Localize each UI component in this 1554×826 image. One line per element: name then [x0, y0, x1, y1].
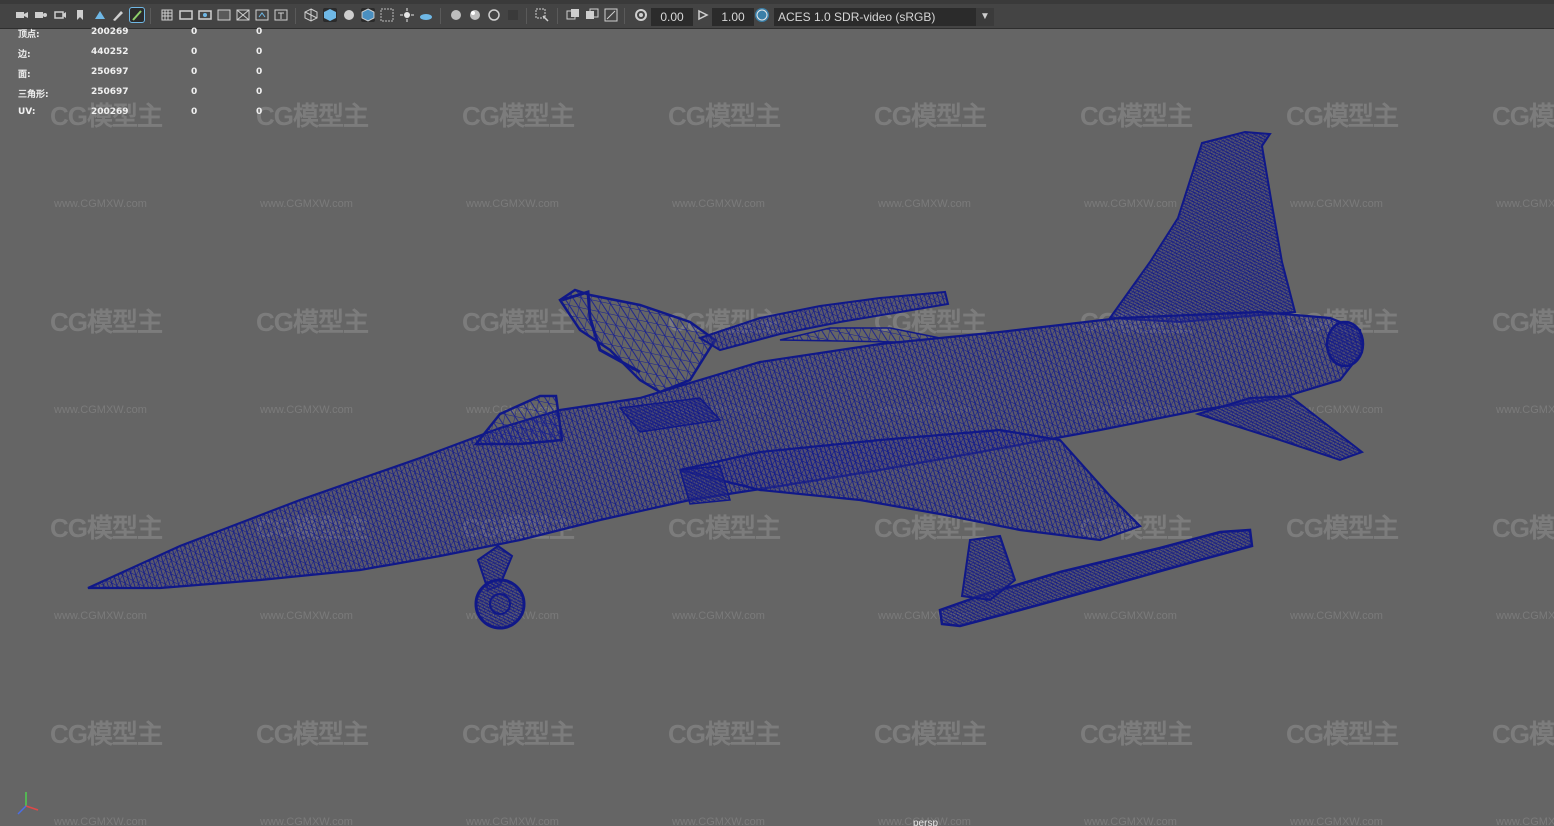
frame-icon[interactable]	[604, 8, 618, 22]
xray-joints-icon[interactable]	[585, 8, 599, 22]
horizontal-stabilizer	[1194, 394, 1365, 462]
exposure-icon[interactable]	[634, 8, 648, 22]
hud-selected: 0	[191, 47, 198, 57]
nose-gear-wheel	[474, 578, 526, 630]
bookmark-icon[interactable]	[73, 8, 87, 22]
grease-pencil-icon[interactable]	[111, 8, 125, 22]
film-gate-icon[interactable]	[179, 8, 193, 22]
axis-gizmo-icon	[17, 792, 39, 815]
color-space-label: ACES 1.0 SDR-video (sRGB)	[778, 10, 936, 24]
wireframe-on-shaded-icon[interactable]	[361, 8, 375, 22]
hud-selected: 0	[191, 27, 198, 37]
hud-total: 250697	[91, 67, 129, 77]
jet-wireframe-model[interactable]	[0, 0, 1554, 826]
hud-tris: 0	[256, 27, 263, 37]
engine-exhaust	[1325, 320, 1365, 368]
camera-select-icon[interactable]	[15, 8, 29, 22]
viewport-toolbar: ACES 1.0 SDR-video (sRGB) ▼	[0, 0, 1554, 29]
hud-label: 面:	[18, 70, 31, 80]
image-plane-icon[interactable]	[93, 8, 107, 22]
hud-label: 三角形:	[18, 90, 49, 100]
toolbar-separator	[557, 8, 558, 24]
camera-name-label: persp	[913, 818, 939, 826]
grid-icon[interactable]	[160, 8, 174, 22]
chevron-down-icon[interactable]: ▼	[976, 8, 994, 26]
field-chart-icon[interactable]	[236, 8, 250, 22]
near-clip-field[interactable]	[651, 8, 693, 26]
bookmark-camera-icon[interactable]	[53, 8, 67, 22]
front-canopy	[473, 394, 564, 446]
hud-total: 250697	[91, 87, 129, 97]
hud-selected: 0	[191, 87, 198, 97]
toolbar-separator	[624, 8, 625, 24]
motion-blur-icon[interactable]	[506, 8, 520, 22]
toolbar-separator	[295, 8, 296, 24]
smooth-shade-icon[interactable]	[323, 8, 337, 22]
hud-tris: 0	[256, 107, 263, 117]
viewport-panel[interactable]: CG模型主CG模型主CG模型主CG模型主CG模型主CG模型主CG模型主CG模型主…	[0, 0, 1554, 826]
hud-selected: 0	[191, 67, 198, 77]
hud-tris: 0	[256, 87, 263, 97]
xray-active-icon[interactable]	[566, 8, 580, 22]
hud-total: 200269	[91, 27, 129, 37]
gate-mask-icon[interactable]	[217, 8, 231, 22]
hud-tris: 0	[256, 67, 263, 77]
hud-selected: 0	[191, 107, 198, 117]
canopy-frame	[558, 288, 717, 394]
hud-label: UV:	[18, 107, 36, 117]
2d-pan-zoom-icon[interactable]	[129, 7, 145, 23]
hud-tris: 0	[256, 47, 263, 57]
ambient-occlusion-icon[interactable]	[449, 8, 463, 22]
hud-total: 200269	[91, 107, 129, 117]
resolution-gate-icon[interactable]	[198, 8, 212, 22]
anti-aliasing-icon[interactable]	[468, 8, 482, 22]
vertical-tail	[1108, 130, 1297, 324]
depth-of-field-icon[interactable]	[487, 8, 501, 22]
camera-attributes-icon[interactable]	[34, 8, 48, 22]
color-space-dropdown[interactable]: ACES 1.0 SDR-video (sRGB) ▼	[774, 8, 994, 26]
gamma-icon[interactable]	[696, 8, 710, 22]
default-material-icon[interactable]	[342, 8, 356, 22]
color-management-icon[interactable]	[755, 8, 769, 22]
shadows-icon[interactable]	[419, 8, 433, 22]
toolbar-separator	[440, 8, 441, 24]
wireframe-icon[interactable]	[304, 8, 318, 22]
hud-label: 边:	[18, 50, 31, 60]
safe-action-icon[interactable]	[255, 8, 269, 22]
panel-menu-strip	[0, 0, 1554, 4]
isolate-select-icon[interactable]	[535, 8, 549, 22]
safe-title-icon[interactable]	[274, 8, 288, 22]
hud-label: 顶点:	[18, 30, 40, 40]
toolbar-separator	[150, 8, 151, 24]
gamma-field[interactable]	[712, 8, 754, 26]
toolbar-separator	[526, 8, 527, 24]
hud-total: 440252	[91, 47, 129, 57]
lighting-icon[interactable]	[400, 8, 414, 22]
xray-icon[interactable]	[380, 8, 394, 22]
